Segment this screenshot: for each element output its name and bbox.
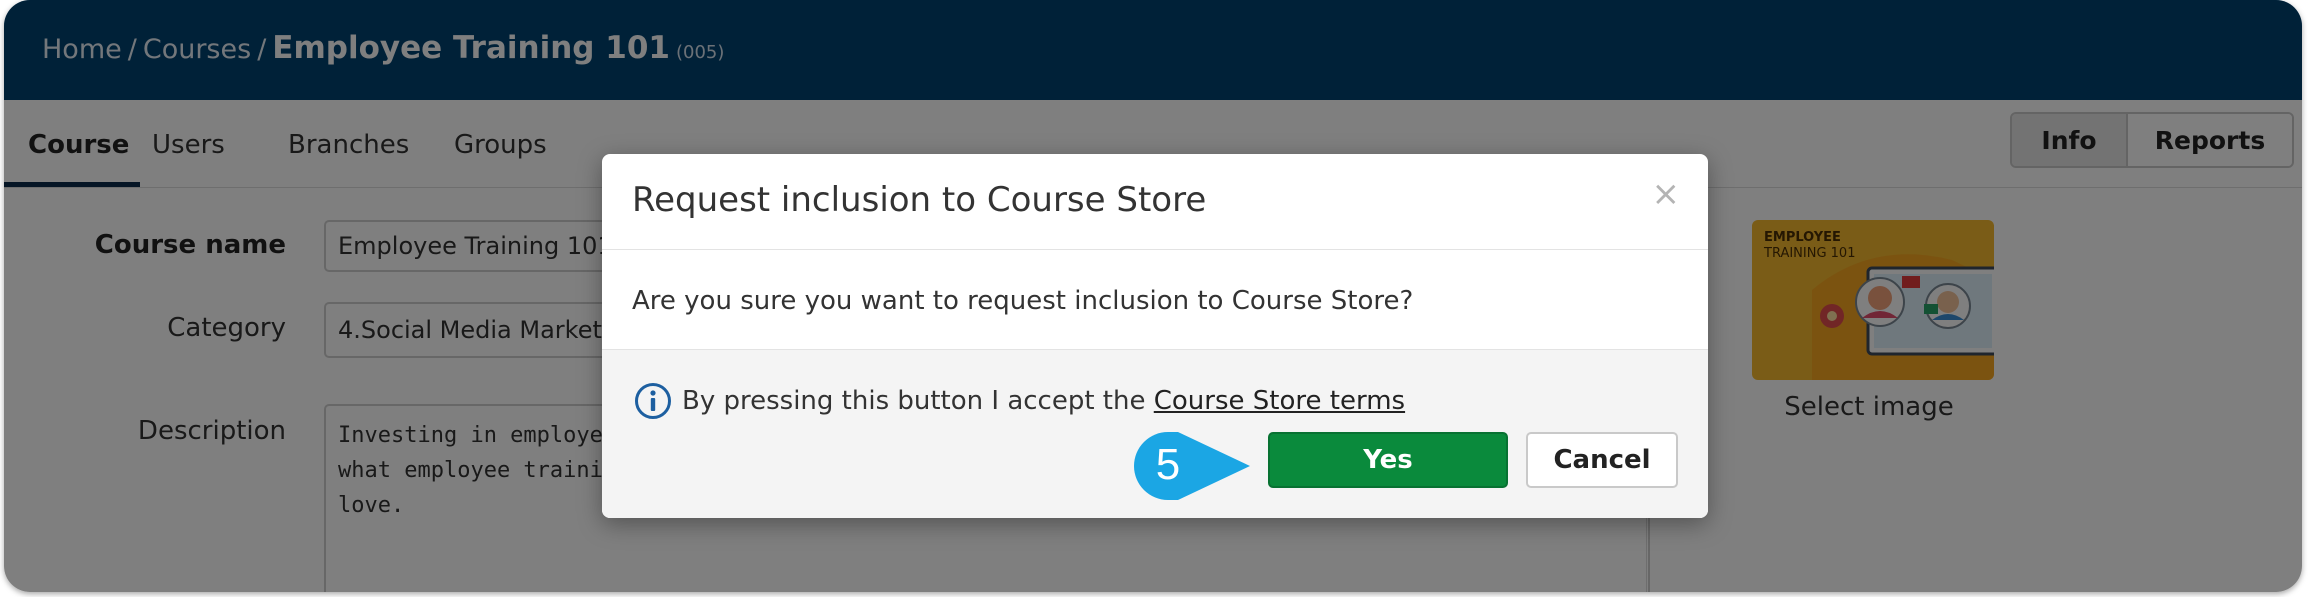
dialog-message: Are you sure you want to request inclusi… bbox=[632, 286, 1414, 316]
step-marker-icon: 5 bbox=[1134, 432, 1250, 500]
info-icon bbox=[635, 383, 671, 419]
yes-button[interactable]: Yes bbox=[1268, 432, 1508, 488]
header-backdrop bbox=[4, 0, 2302, 100]
dialog-body: Are you sure you want to request inclusi… bbox=[602, 250, 1708, 350]
dialog-header: Request inclusion to Course Store × bbox=[602, 154, 1708, 250]
terms-prefix: By pressing this button I accept the bbox=[682, 386, 1146, 416]
cancel-button[interactable]: Cancel bbox=[1526, 432, 1678, 488]
terms-notice: By pressing this button I accept the Cou… bbox=[682, 386, 1405, 416]
course-store-terms-link[interactable]: Course Store terms bbox=[1154, 386, 1405, 416]
step-number: 5 bbox=[1156, 440, 1180, 489]
close-icon[interactable]: × bbox=[1652, 174, 1681, 214]
app-window: Home/Courses/Employee Training 101(005) … bbox=[4, 0, 2302, 592]
dialog-title: Request inclusion to Course Store bbox=[632, 180, 1207, 220]
